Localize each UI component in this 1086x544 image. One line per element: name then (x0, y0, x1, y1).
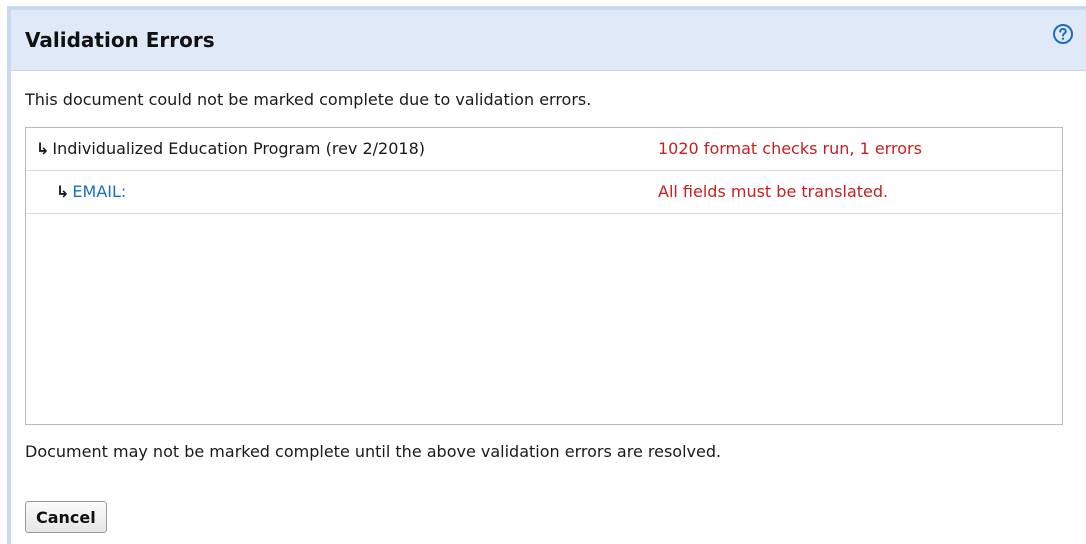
email-field-error: All fields must be translated. (658, 182, 889, 201)
document-label-cell: ↳ Individualized Education Program (rev 2… (36, 139, 425, 158)
document-error-summary: 1020 format checks run, 1 errors (658, 139, 922, 158)
validation-results-panel: ↳ Individualized Education Program (rev 2… (25, 127, 1063, 425)
validation-errors-dialog: Validation Errors This document could no… (7, 6, 1086, 544)
footer-note: Document may not be marked complete unti… (25, 442, 722, 461)
return-arrow-icon: ↳ (56, 182, 70, 201)
dialog-title: Validation Errors (25, 28, 215, 52)
email-field-link[interactable]: EMAIL: (72, 182, 126, 201)
intro-text: This document could not be marked comple… (25, 90, 592, 109)
cancel-button[interactable]: Cancel (25, 501, 107, 533)
validation-row-document: ↳ Individualized Education Program (rev 2… (26, 128, 1062, 171)
field-label-cell: ↳ EMAIL: (56, 182, 126, 201)
dialog-header: Validation Errors (11, 10, 1086, 71)
validation-row-email: ↳ EMAIL: All fields must be translated. (26, 171, 1062, 214)
question-circle-icon[interactable] (1052, 23, 1074, 45)
document-name: Individualized Education Program (rev 2/… (52, 139, 425, 158)
return-arrow-icon: ↳ (36, 139, 50, 158)
